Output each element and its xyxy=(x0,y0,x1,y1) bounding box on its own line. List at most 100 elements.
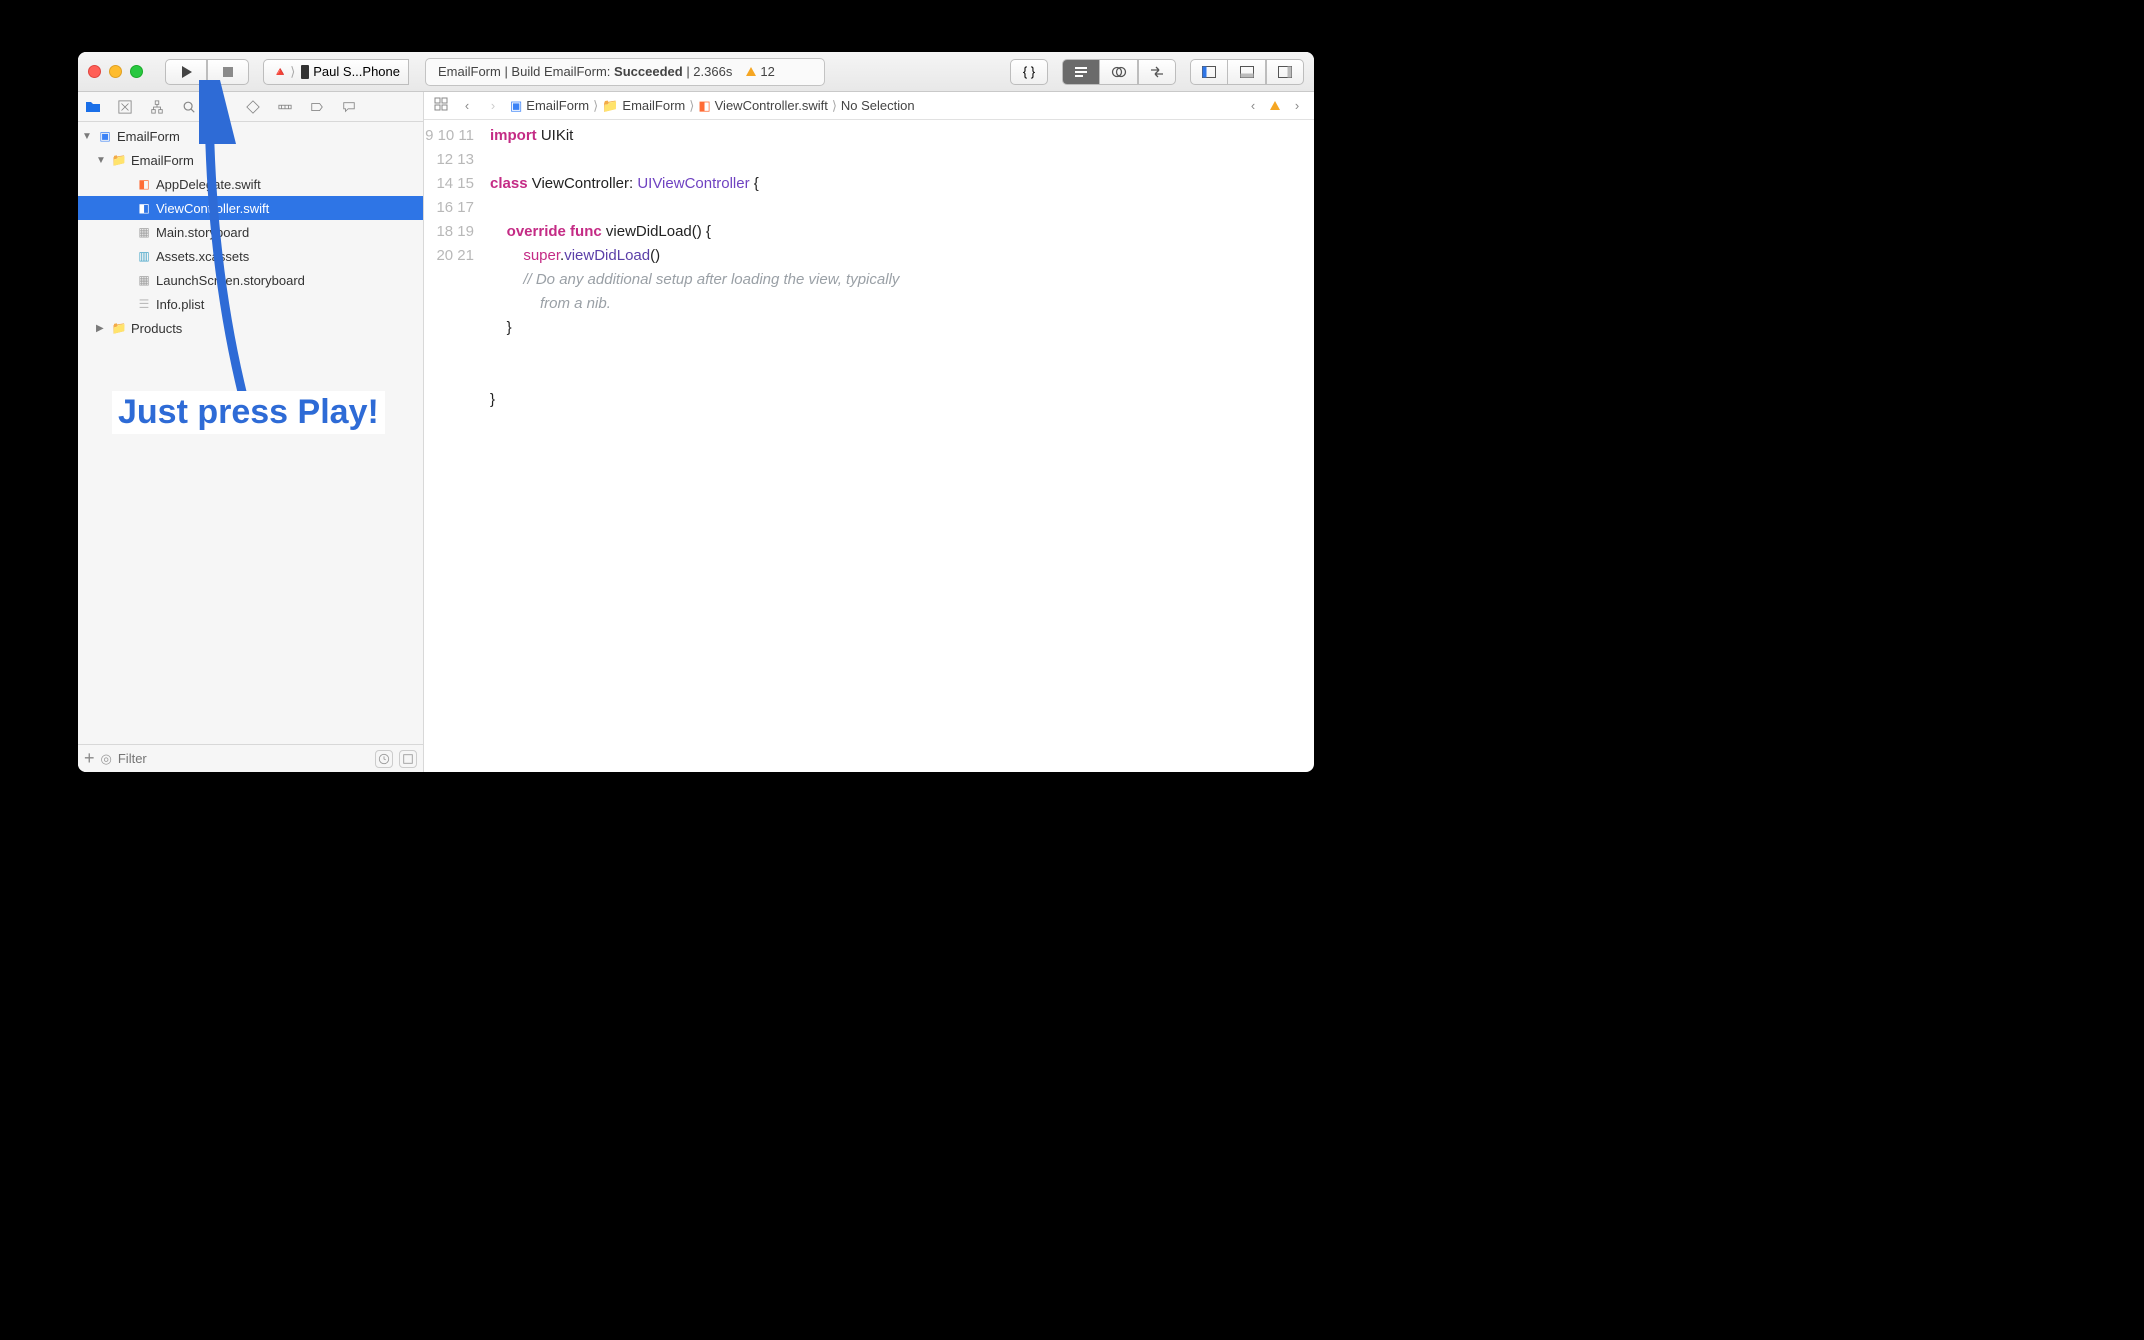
symbol-navigator-tab[interactable] xyxy=(148,98,166,116)
diamond-icon xyxy=(246,100,260,114)
debug-navigator-tab[interactable] xyxy=(276,98,294,116)
version-editor-button[interactable] xyxy=(1138,59,1176,85)
recent-filter-button[interactable] xyxy=(375,750,393,768)
zoom-window-button[interactable] xyxy=(130,65,143,78)
warning-count: 12 xyxy=(760,64,774,79)
folder-icon: 📁 xyxy=(111,320,127,336)
add-button[interactable]: + xyxy=(84,748,95,769)
scheme-selector[interactable]: 🔺 ⟩ Paul S...Phone xyxy=(263,59,409,85)
swift-file-icon: ◧ xyxy=(136,200,152,216)
report-navigator-tab[interactable] xyxy=(340,98,358,116)
crumb-label: No Selection xyxy=(841,98,915,113)
arrows-icon xyxy=(1149,64,1165,80)
warning-icon xyxy=(746,67,756,76)
project-icon: ▣ xyxy=(97,128,113,144)
folder-icon: 📁 xyxy=(602,98,618,114)
disclosure-triangle-icon[interactable]: ▼ xyxy=(96,155,107,166)
crumb-file[interactable]: ◧ViewController.swift xyxy=(698,98,828,114)
minimize-window-button[interactable] xyxy=(109,65,122,78)
code-snippets-button[interactable]: { } xyxy=(1010,59,1048,85)
back-button[interactable]: ‹ xyxy=(458,98,476,113)
panel-bottom-icon xyxy=(1239,64,1255,80)
warning-icon xyxy=(1270,101,1280,110)
breakpoint-icon xyxy=(310,100,324,114)
disclosure-triangle-icon[interactable]: ▼ xyxy=(82,131,93,142)
scm-filter-button[interactable] xyxy=(399,750,417,768)
tree-label: LaunchScreen.storyboard xyxy=(156,273,305,288)
tree-label: Main.storyboard xyxy=(156,225,249,240)
search-icon xyxy=(182,100,196,114)
assistant-editor-button[interactable] xyxy=(1100,59,1138,85)
toggle-navigator-button[interactable] xyxy=(1190,59,1228,85)
issue-navigator-tab[interactable] xyxy=(212,98,230,116)
line-gutter: 9 10 11 12 13 14 15 16 17 18 19 20 21 xyxy=(424,120,484,772)
forward-button[interactable]: › xyxy=(484,98,502,113)
venn-icon xyxy=(1111,64,1127,80)
navigator-tabs xyxy=(78,92,423,122)
tree-label: EmailForm xyxy=(131,153,194,168)
tree-file-assets[interactable]: ▥ Assets.xcassets xyxy=(78,244,423,268)
gauge-icon xyxy=(278,100,292,114)
test-navigator-tab[interactable] xyxy=(244,98,262,116)
clock-icon xyxy=(378,753,390,765)
play-icon xyxy=(178,64,194,80)
warning-icon xyxy=(216,102,226,111)
tree-label: ViewController.swift xyxy=(156,201,269,216)
next-issue-button[interactable]: › xyxy=(1288,98,1306,113)
project-navigator-tab[interactable] xyxy=(84,98,102,116)
tree-file-appdelegate[interactable]: ◧ AppDelegate.swift xyxy=(78,172,423,196)
hierarchy-icon xyxy=(150,100,164,114)
folder-icon: 📁 xyxy=(111,152,127,168)
tree-label: AppDelegate.swift xyxy=(156,177,261,192)
related-items-button[interactable] xyxy=(432,97,450,114)
tree-label: Info.plist xyxy=(156,297,204,312)
find-navigator-tab[interactable] xyxy=(180,98,198,116)
plist-icon: ☰ xyxy=(136,296,152,312)
filter-scope-icon[interactable]: ◎ xyxy=(101,751,112,767)
activity-viewer[interactable]: EmailForm | Build EmailForm: Succeeded |… xyxy=(425,58,825,86)
breakpoint-navigator-tab[interactable] xyxy=(308,98,326,116)
crumb-label: EmailForm xyxy=(622,98,685,113)
assets-icon: ▥ xyxy=(136,248,152,264)
crumb-project[interactable]: ▣ EmailForm xyxy=(510,98,589,114)
tree-group[interactable]: ▼ 📁 EmailForm xyxy=(78,148,423,172)
close-window-button[interactable] xyxy=(88,65,101,78)
stop-button[interactable] xyxy=(207,59,249,85)
tree-file-viewcontroller[interactable]: ◧ ViewController.swift xyxy=(78,196,423,220)
tree-products[interactable]: ▶ 📁 Products xyxy=(78,316,423,340)
storyboard-icon: ▦ xyxy=(136,272,152,288)
device-icon xyxy=(301,65,309,79)
swift-file-icon: ◧ xyxy=(698,98,710,114)
filter-input[interactable] xyxy=(118,751,369,766)
titlebar: 🔺 ⟩ Paul S...Phone EmailForm | Build Ema… xyxy=(78,52,1314,92)
prev-issue-button[interactable]: ‹ xyxy=(1244,98,1262,113)
disclosure-triangle-icon[interactable]: ▶ xyxy=(96,323,107,334)
tree-file-mainstoryboard[interactable]: ▦ Main.storyboard xyxy=(78,220,423,244)
stop-icon xyxy=(220,64,236,80)
tree-file-launchscreen[interactable]: ▦ LaunchScreen.storyboard xyxy=(78,268,423,292)
scheme-label: Paul S...Phone xyxy=(313,64,400,79)
tree-label: Products xyxy=(131,321,182,336)
swift-file-icon: ◧ xyxy=(136,176,152,192)
navigator-filter-bar: + ◎ xyxy=(78,744,423,772)
crumb-label: EmailForm xyxy=(526,98,589,113)
project-icon: ▣ xyxy=(510,98,522,114)
crumb-symbol[interactable]: No Selection xyxy=(841,98,915,113)
panel-right-icon xyxy=(1277,64,1293,80)
source-editor[interactable]: 9 10 11 12 13 14 15 16 17 18 19 20 21 im… xyxy=(424,120,1314,772)
app-icon: 🔺 xyxy=(272,64,288,80)
source-control-navigator-tab[interactable] xyxy=(116,98,134,116)
panel-left-icon xyxy=(1201,64,1217,80)
status-text: EmailForm | Build EmailForm: Succeeded |… xyxy=(438,64,732,79)
standard-editor-button[interactable] xyxy=(1062,59,1100,85)
run-button[interactable] xyxy=(165,59,207,85)
source-text[interactable]: import UIKit class ViewController: UIVie… xyxy=(484,120,1314,772)
tree-project-root[interactable]: ▼ ▣ EmailForm xyxy=(78,124,423,148)
toggle-debug-area-button[interactable] xyxy=(1228,59,1266,85)
crumb-group[interactable]: 📁 EmailForm xyxy=(602,98,685,114)
grid-icon xyxy=(434,97,448,111)
toggle-inspector-button[interactable] xyxy=(1266,59,1304,85)
window-controls xyxy=(88,65,143,78)
editor-area: ‹ › ▣EmailForm ⟩ 📁EmailForm ⟩ ◧ViewContr… xyxy=(424,92,1314,772)
tree-file-infoplist[interactable]: ☰ Info.plist xyxy=(78,292,423,316)
